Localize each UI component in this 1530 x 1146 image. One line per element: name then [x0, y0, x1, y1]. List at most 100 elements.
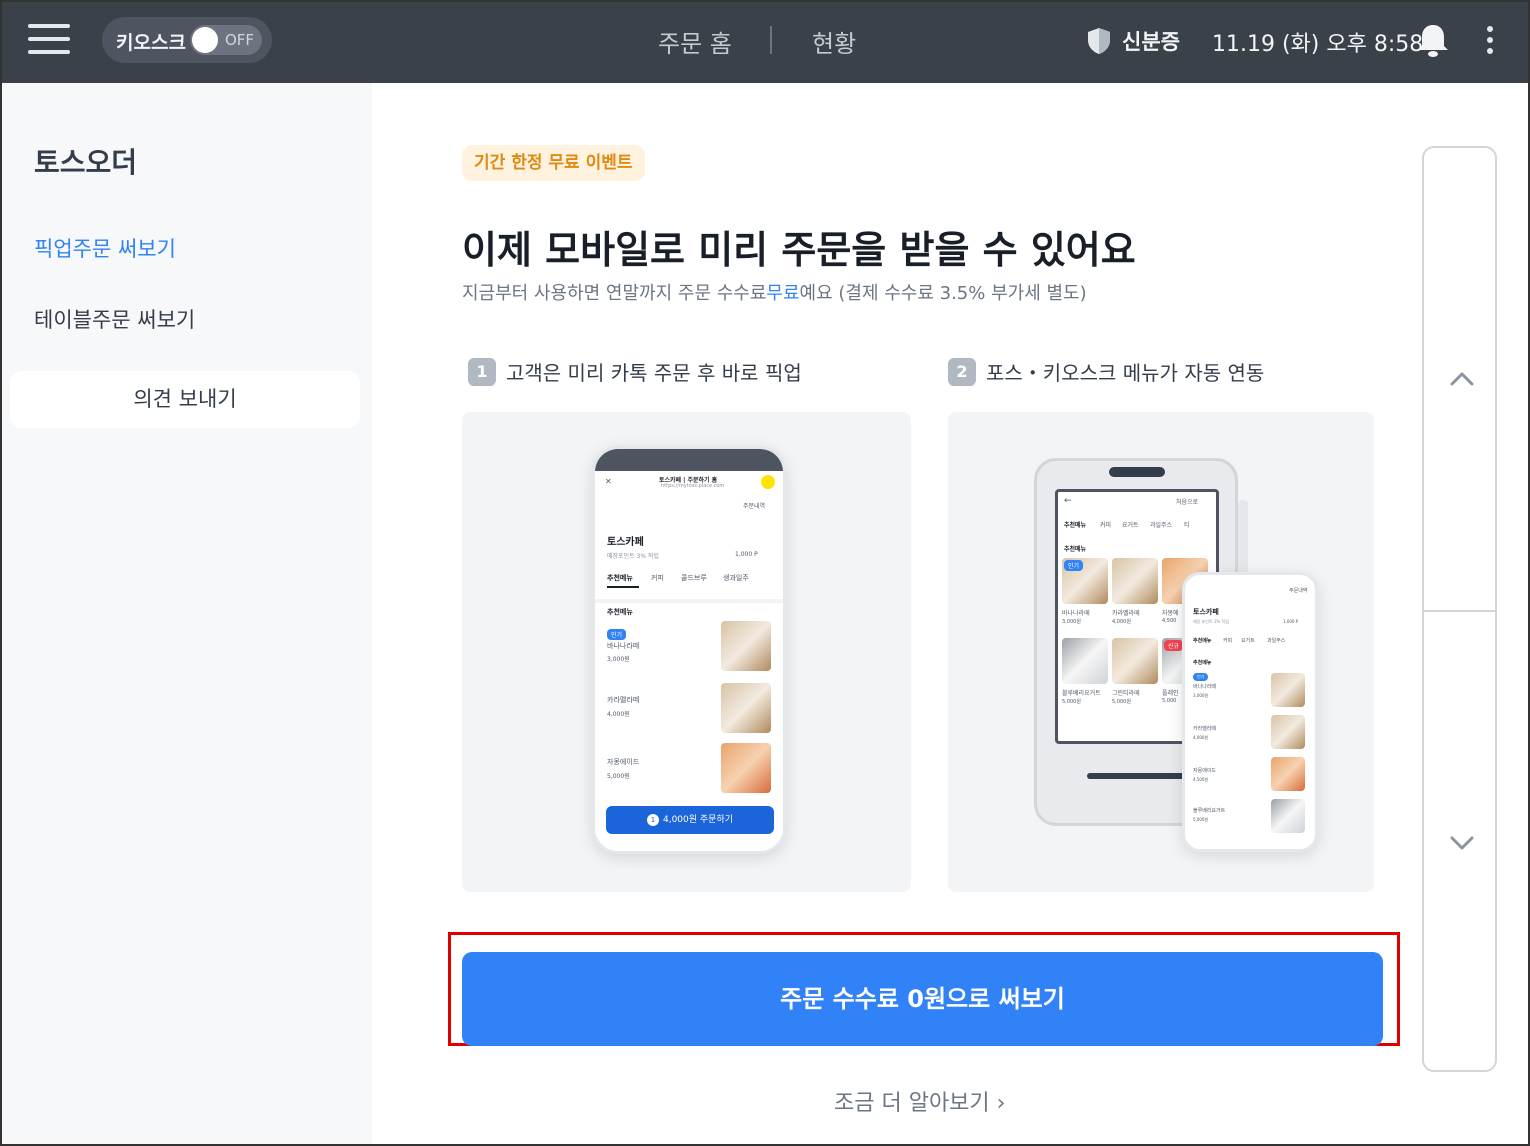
menu-price: 3,000원 — [607, 656, 630, 663]
shield-icon — [1088, 28, 1110, 54]
sync-preview-panel: ← 처음으로 추천메뉴 커피 요거트 과일주스 티 추천메뉴 인기 바나나라떼 … — [948, 412, 1374, 892]
kiosk-toggle-group: 키오스크 OFF — [102, 17, 272, 63]
points-value: 1,000 P — [735, 551, 758, 558]
page-subtitle: 지금부터 사용하면 연말까지 주문 수수료무료예요 (결제 수수료 3.5% 부… — [462, 279, 1087, 305]
chevron-up-icon[interactable] — [1448, 366, 1476, 394]
menu-price: 4,500 — [1162, 618, 1177, 624]
menu-icon[interactable] — [28, 22, 70, 56]
menu-price: 5,000원 — [1112, 699, 1131, 705]
main-content: 기간 한정 무료 이벤트 이제 모바일로 미리 주문을 받을 수 있어요 지금부… — [372, 83, 1528, 1144]
tab: 커피 — [1100, 522, 1112, 529]
tab: 요거트 — [1122, 522, 1139, 529]
pickup-preview-panel: ✕ 토스카페 | 주문하기 홈 https://mytoss.place.com… — [462, 412, 911, 892]
order-button-mock: 1 4,000원 주문하기 — [606, 806, 774, 834]
menu-price: 4,500원 — [1193, 777, 1209, 782]
close-icon: ✕ — [605, 477, 612, 486]
points-label: 매장포인트 3% 적립 — [607, 553, 659, 560]
toggle-state: OFF — [224, 31, 254, 49]
menu-image — [1271, 757, 1305, 791]
phone-notch — [595, 449, 783, 471]
sidebar-item-pickup[interactable]: 픽업주문 써보기 — [34, 233, 176, 263]
tab: 과일주스 — [1267, 638, 1286, 644]
chevron-down-icon[interactable] — [1448, 828, 1476, 856]
menu-price: 5,000 — [1162, 698, 1177, 704]
popular-tag: 인기 — [1193, 673, 1209, 681]
sidebar-item-table[interactable]: 테이블주문 써보기 — [34, 304, 195, 334]
start-free-button[interactable]: 주문 수수료 0원으로 써보기 — [462, 952, 1383, 1046]
menu-image — [1112, 558, 1158, 604]
learn-more-link[interactable]: 조금 더 알아보기 › — [834, 1085, 1005, 1117]
step-1: 1 고객은 미리 카톡 주문 후 바로 픽업 — [468, 357, 802, 387]
kakao-icon — [761, 475, 775, 489]
feedback-button[interactable]: 의견 보내기 — [10, 371, 360, 428]
menu-price: 5,000원 — [1193, 817, 1209, 822]
phone-mockup: ✕ 토스카페 | 주문하기 홈 https://mytoss.place.com… — [592, 446, 786, 854]
tab: 추천메뉴 — [1193, 638, 1212, 644]
menu-name: 카라멜라떼 — [1193, 726, 1217, 732]
menu-name: 카라멜라떼 — [607, 696, 640, 704]
nav-order-home[interactable]: 주문 홈 — [658, 24, 732, 59]
kiosk-camera — [1109, 467, 1165, 477]
menu-name: 카라멜라떼 — [1112, 610, 1140, 617]
phone-mockup-2: 주문내역 토스카페 매장 포인트 3% 적립 1,000 P 추천메뉴 커피 요… — [1182, 572, 1318, 852]
back-icon: ← — [1064, 496, 1072, 506]
tab: 추천메뉴 — [607, 574, 633, 582]
toggle-knob — [192, 27, 218, 53]
datetime: 11.19 (화) 오후 8:58 — [1212, 32, 1424, 57]
menu-name: 바나나라떼 — [1062, 610, 1090, 617]
tab: 콜드브루 — [681, 574, 707, 582]
menu-price: 3,000원 — [1062, 619, 1081, 625]
tab: 요거트 — [1241, 638, 1255, 644]
popular-tag: 인기 — [1064, 560, 1084, 571]
menu-image — [721, 621, 771, 671]
menu-name: 블루베리요거트 — [1062, 690, 1101, 697]
order-label: 4,000원 주문하기 — [662, 815, 734, 825]
kiosk-label: 키오스크 — [116, 32, 186, 54]
tab: 커피 — [1223, 638, 1233, 644]
order-history: 주문내역 — [743, 503, 766, 510]
tab: 티 — [1184, 522, 1190, 529]
tab-underline — [607, 586, 639, 588]
step-number: 1 — [468, 357, 496, 386]
menu-image — [1271, 715, 1305, 749]
menu-image — [1271, 799, 1305, 833]
popular-tag: 인기 — [607, 629, 627, 640]
menu-price: 5,000원 — [607, 773, 630, 780]
id-card-label: 신분증 — [1122, 30, 1180, 54]
step-label: 포스・키오스크 메뉴가 자동 연동 — [986, 361, 1265, 385]
subtitle-highlight: 무료 — [766, 283, 800, 304]
menu-name: 자몽에이드 — [607, 758, 640, 766]
menu-image — [721, 743, 771, 793]
menu-image — [1062, 638, 1108, 684]
menu-image — [1271, 673, 1305, 707]
menu-image — [1112, 638, 1158, 684]
tab: 추천메뉴 — [1064, 522, 1087, 529]
kiosk-card-slot — [1087, 773, 1187, 779]
step-label: 고객은 미리 카톡 주문 후 바로 픽업 — [506, 361, 802, 385]
menu-name: 바나나라떼 — [607, 642, 640, 650]
menu-name: 자몽에이드 — [1193, 768, 1217, 774]
nav-divider — [770, 26, 772, 54]
scroller-divider — [1424, 610, 1495, 612]
tab: 커피 — [651, 574, 664, 582]
store-name: 토스카페 — [607, 537, 644, 548]
nav-status[interactable]: 현황 — [812, 24, 856, 59]
menu-name: 블루베리요거트 — [1193, 808, 1226, 814]
tab: 생과일주 — [723, 574, 749, 582]
subtitle-post: 예요 (결제 수수료 3.5% 부가세 별도) — [799, 283, 1087, 304]
section-title: 추천메뉴 — [1193, 660, 1212, 666]
points-label: 매장 포인트 3% 적립 — [1193, 619, 1229, 624]
bell-icon[interactable] — [1416, 22, 1450, 62]
reset-label: 처음으로 — [1176, 499, 1199, 506]
store-name: 토스카페 — [1193, 608, 1219, 616]
menu-name: 바나나라떼 — [1193, 684, 1217, 690]
menu-name: 자몽에 — [1162, 610, 1179, 617]
sidebar-title: 토스오더 — [34, 146, 138, 179]
tab: 과일주스 — [1150, 522, 1173, 529]
section-title: 추천메뉴 — [607, 608, 633, 616]
menu-name: 그린티라떼 — [1112, 690, 1140, 697]
more-vertical-icon[interactable] — [1480, 24, 1500, 58]
kiosk-toggle[interactable]: OFF — [190, 25, 262, 55]
menu-price: 3,000원 — [1193, 693, 1209, 698]
section-title: 추천메뉴 — [1064, 546, 1087, 553]
